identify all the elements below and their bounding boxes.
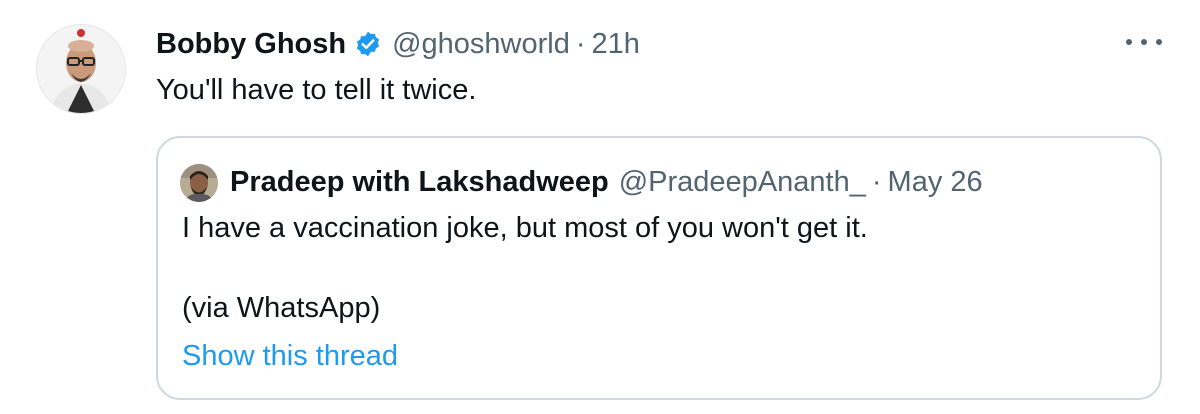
tweet-text: You'll have to tell it twice. (156, 74, 477, 106)
quoted-tweet-header: Pradeep with Lakshadweep @PradeepAnanth_… (230, 162, 983, 202)
quoted-text-line: I have a vaccination joke, but most of y… (182, 212, 868, 244)
verified-badge-icon (354, 30, 382, 58)
quoted-timestamp[interactable]: May 26 (888, 166, 983, 199)
author-name[interactable]: Bobby Ghosh (156, 28, 346, 61)
more-dot (1126, 39, 1132, 45)
photo-avatar-image (180, 164, 218, 202)
tweet[interactable]: Bobby Ghosh @ghoshworld · 21h You'll hav… (0, 0, 1200, 414)
tweet-timestamp[interactable]: 21h (592, 28, 640, 61)
more-dot (1141, 39, 1147, 45)
quoted-text-line: (via WhatsApp) (182, 292, 381, 324)
quoted-author-name[interactable]: Pradeep with Lakshadweep (230, 166, 609, 199)
show-thread-link[interactable]: Show this thread (182, 338, 398, 374)
caricature-avatar-image (37, 25, 125, 113)
author-avatar[interactable] (36, 24, 126, 114)
more-options-icon[interactable] (1126, 30, 1162, 54)
tweet-header: Bobby Ghosh @ghoshworld · 21h (156, 24, 640, 64)
separator-dot: · (575, 27, 586, 60)
quoted-author-handle[interactable]: @PradeepAnanth_ (619, 166, 866, 199)
quoted-tweet[interactable]: Pradeep with Lakshadweep @PradeepAnanth_… (156, 136, 1162, 400)
author-handle[interactable]: @ghoshworld (392, 28, 570, 61)
separator-dot: · (871, 165, 882, 198)
more-dot (1156, 39, 1162, 45)
quoted-author-avatar[interactable] (180, 164, 218, 202)
